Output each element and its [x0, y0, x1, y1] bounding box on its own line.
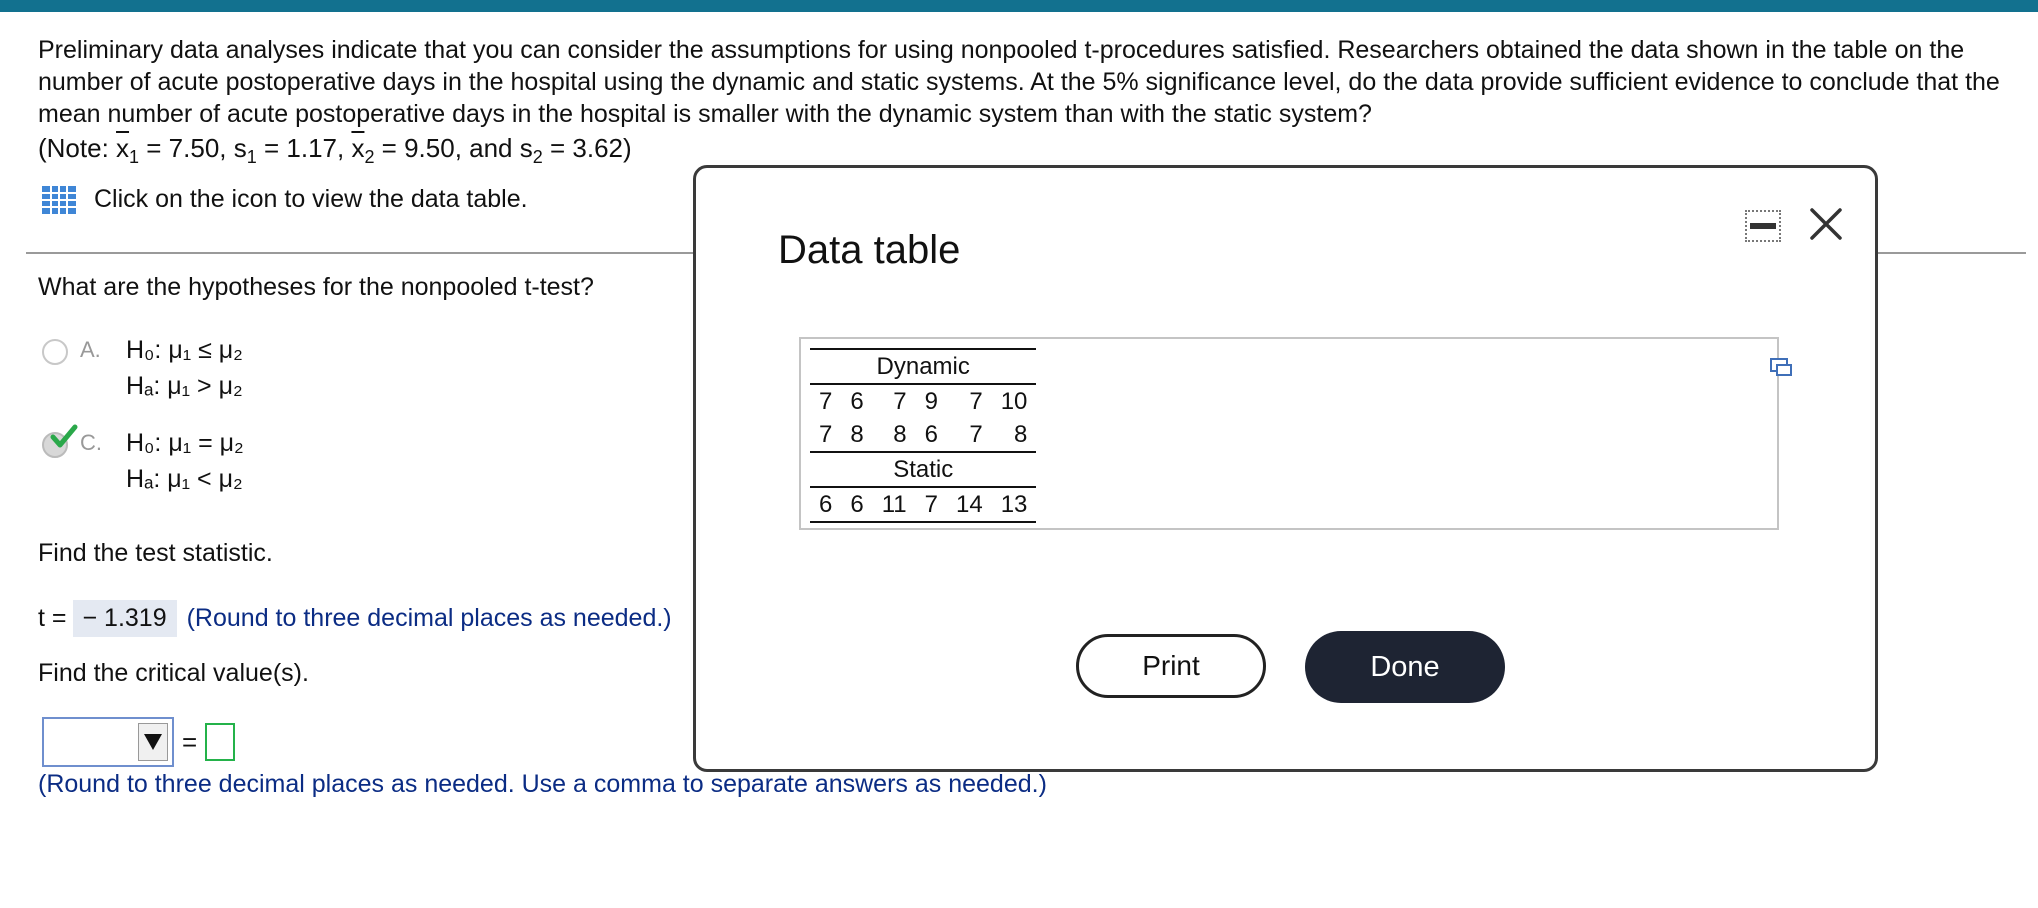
note-prefix: (Note: — [38, 133, 117, 163]
s1-sub: 1 — [246, 147, 257, 167]
t-value-field[interactable]: − 1.319 — [72, 600, 177, 637]
static-label: Static — [810, 452, 1037, 488]
t-round-hint: (Round to three decimal places as needed… — [186, 604, 672, 632]
option-c-ha: Hₐ: μ₁ < μ₂ — [126, 465, 243, 493]
xbar1-symbol: x — [116, 133, 130, 163]
table-cell: 9 — [915, 383, 947, 418]
minimize-icon — [1750, 223, 1776, 229]
dynamic-header-row: Dynamic — [810, 348, 1037, 384]
table-cell: 10 — [991, 383, 1037, 418]
copy-table-icon[interactable] — [1769, 356, 1793, 380]
question-text: Preliminary data analyses indicate that … — [38, 36, 2000, 128]
table-cell: 7 — [872, 383, 916, 418]
dialog-title: Data table — [778, 228, 961, 272]
critical-value-input[interactable] — [205, 723, 236, 761]
table-grid-icon[interactable] — [42, 185, 76, 214]
test-statistic-prompt: Find the test statistic. — [38, 539, 273, 567]
critical-round-hint: (Round to three decimal places as needed… — [38, 770, 1047, 798]
s1-value: = 1.17, — [256, 133, 352, 163]
critical-value-prompt: Find the critical value(s). — [38, 659, 309, 687]
dynamic-label: Dynamic — [810, 348, 1037, 384]
summary-note: (Note: x1 = 7.50, s1 = 1.17, x2 = 9.50, … — [38, 132, 632, 173]
checkmark-icon — [50, 424, 78, 448]
option-a-letter: A. — [80, 337, 101, 362]
table-cell: 7 — [810, 383, 842, 418]
t-label: t = — [38, 604, 67, 632]
table-cell: 13 — [991, 487, 1037, 523]
close-icon[interactable] — [1804, 202, 1848, 246]
dropdown-arrow-icon[interactable] — [138, 723, 168, 761]
dynamic-row-2: 7 8 8 6 7 8 — [810, 418, 1037, 453]
equals-sign: = — [182, 726, 198, 757]
data-table-link-label[interactable]: Click on the icon to view the data table… — [94, 185, 528, 214]
table-cell: 6 — [841, 487, 873, 523]
table-cell: 7 — [915, 487, 947, 523]
option-a-radio[interactable] — [42, 339, 68, 365]
s2-sub: 2 — [532, 147, 543, 167]
print-button[interactable]: Print — [1076, 634, 1266, 698]
table-cell: 8 — [991, 418, 1037, 453]
xbar1-sub: 1 — [129, 147, 140, 167]
critical-value-row: = — [42, 717, 236, 767]
xbar2-symbol: x — [351, 133, 365, 163]
table-cell: 8 — [872, 418, 916, 453]
data-table-dialog: Data table Dynamic 7 6 7 9 7 10 7 8 8 6 … — [693, 165, 1878, 772]
static-header-row: Static — [810, 452, 1037, 488]
table-cell: 6 — [841, 383, 873, 418]
option-c-h0: H₀: μ₁ = μ₂ — [126, 429, 244, 457]
option-a-h0: H₀: μ₁ ≤ μ₂ — [126, 336, 243, 364]
xbar1-value: = 7.50, s — [139, 133, 247, 163]
data-table: Dynamic 7 6 7 9 7 10 7 8 8 6 7 8 Static … — [810, 348, 1037, 523]
table-cell: 7 — [947, 383, 992, 418]
table-cell: 7 — [810, 418, 842, 453]
table-cell: 7 — [947, 418, 992, 453]
dynamic-row-1: 7 6 7 9 7 10 — [810, 383, 1037, 418]
s2-value: = 3.62) — [542, 133, 632, 163]
done-button[interactable]: Done — [1305, 631, 1505, 703]
test-statistic-row: t = − 1.319 (Round to three decimal plac… — [38, 600, 672, 637]
top-bar — [0, 0, 2038, 12]
static-row: 6 6 11 7 14 13 — [810, 487, 1037, 523]
minimize-button[interactable] — [1745, 210, 1781, 242]
critical-value-dropdown[interactable] — [42, 717, 174, 767]
table-cell: 8 — [841, 418, 873, 453]
option-c-letter: C. — [80, 430, 102, 455]
table-cell: 14 — [947, 487, 992, 523]
table-cell: 6 — [915, 418, 947, 453]
table-cell: 6 — [810, 487, 842, 523]
table-cell: 11 — [872, 487, 916, 523]
xbar2-value: = 9.50, and s — [374, 133, 533, 163]
option-a-ha: Hₐ: μ₁ > μ₂ — [126, 372, 243, 400]
data-table-link[interactable]: Click on the icon to view the data table… — [42, 185, 528, 214]
xbar2-sub: 2 — [364, 147, 375, 167]
hypotheses-prompt: What are the hypotheses for the nonpoole… — [38, 273, 594, 301]
